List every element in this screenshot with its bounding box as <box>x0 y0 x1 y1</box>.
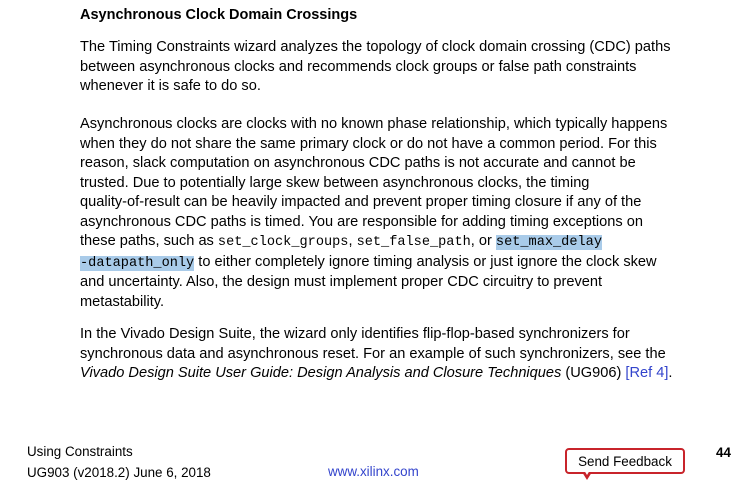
text-line: The Timing Constraints wizard analyzes t… <box>80 39 671 55</box>
code-set-false-path: set_false_path <box>356 235 471 250</box>
send-feedback-label: Send Feedback <box>578 453 672 469</box>
paragraph-intro: The Timing Constraints wizard analyzes t… <box>80 38 720 97</box>
text-line: synchronous data and asynchronous reset.… <box>80 345 666 362</box>
text-line: Vivado Design Suite User Guide: Design A… <box>80 364 720 384</box>
footer-doc-title: Using Constraints <box>27 444 133 459</box>
speech-bubble-pointer-icon <box>582 470 592 480</box>
text-line: metastability. <box>80 293 165 310</box>
code-set-max-delay-highlighted: set_max_delay <box>495 235 602 250</box>
text-line: and uncertainty. Also, the design must i… <box>80 274 603 290</box>
text-line: whenever it is safe to do so. <box>80 78 261 94</box>
text-line: when they do not share the same primary … <box>80 135 657 152</box>
text-line: these paths, such as set_clock_groups, s… <box>80 232 720 253</box>
text-line: asynchronous CDC paths is timed. You are… <box>80 213 643 230</box>
text-line: In the Vivado Design Suite, the wizard o… <box>80 326 630 342</box>
send-feedback-button[interactable]: Send Feedback <box>565 448 685 474</box>
document-reference-title: Vivado Design Suite User Guide: Design A… <box>80 365 562 381</box>
text-line: -datapath_only to either completely igno… <box>80 253 720 274</box>
text-line: quality-of-result can be heavily impacte… <box>80 194 642 210</box>
text-line: Asynchronous clocks are clocks with no k… <box>80 116 668 132</box>
text-fragment: , or <box>470 233 496 249</box>
footer-doc-id: UG903 (v2018.2) June 6, 2018 <box>27 465 211 480</box>
text-fragment: to either completely ignore timing analy… <box>194 253 657 270</box>
paragraph-vivado: In the Vivado Design Suite, the wizard o… <box>80 325 720 384</box>
footer-doc-info: Using Constraints UG903 (v2018.2) June 6… <box>27 441 211 483</box>
text-line: reason, slack computation on asynchronou… <box>80 155 636 171</box>
footer-xilinx-link[interactable]: www.xilinx.com <box>328 462 419 482</box>
text-line: between asynchronous clocks and recommen… <box>80 58 637 75</box>
text-fragment: these paths, such as <box>80 233 218 249</box>
text-line: trusted. Due to potentially large skew b… <box>80 174 590 191</box>
page-number: 44 <box>716 445 731 460</box>
ref-4-link[interactable]: [Ref 4] <box>625 365 668 381</box>
paragraph-async-clocks: Asynchronous clocks are clocks with no k… <box>80 115 720 312</box>
document-reference-code: (UG906) <box>561 365 626 381</box>
code-datapath-only-highlighted: -datapath_only <box>80 255 195 271</box>
text-fragment: . <box>668 365 673 381</box>
section-heading: Asynchronous Clock Domain Crossings <box>80 7 358 23</box>
code-set-clock-groups: set_clock_groups <box>217 235 349 250</box>
text-fragment: , <box>348 233 357 249</box>
document-page: Asynchronous Clock Domain Crossings The … <box>0 0 740 487</box>
